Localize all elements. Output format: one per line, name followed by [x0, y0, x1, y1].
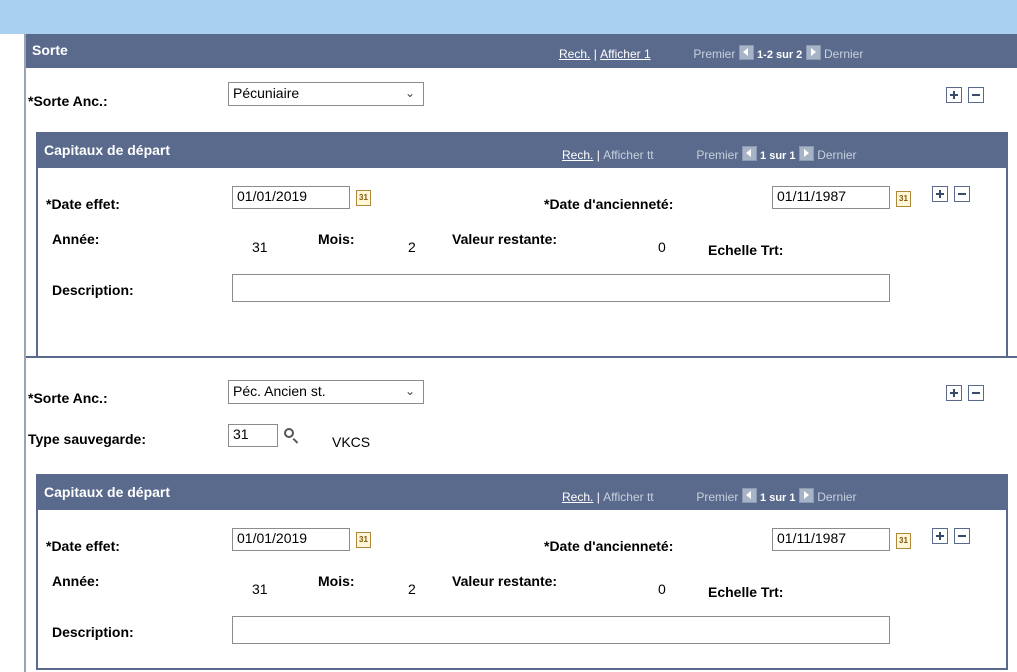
sorte-anc-value: Pécuniaire: [233, 85, 300, 101]
mois-label: Mois:: [318, 231, 355, 247]
afficher-tout-link[interactable]: Afficher tt: [603, 148, 653, 162]
delete-row-button[interactable]: [968, 385, 984, 401]
next-arrow-icon[interactable]: [798, 146, 814, 161]
capitaux-title: Capitaux de départ: [44, 142, 171, 158]
date-effet-field[interactable]: 01/01/2019: [232, 186, 350, 209]
capitaux-header: Capitaux de départ Rech. | Afficher tt P…: [38, 476, 1006, 510]
capitaux-grid: Capitaux de départ Rech. | Afficher tt P…: [36, 132, 1008, 358]
date-anciennete-label: *Date d'ancienneté:: [544, 196, 674, 212]
premier-label: Premier: [693, 47, 736, 61]
afficher-tout-link[interactable]: Afficher tt: [603, 490, 653, 504]
date-effet-field[interactable]: 01/01/2019: [232, 528, 350, 551]
date-anciennete-field[interactable]: 01/11/1987: [772, 186, 890, 209]
sorte-grid: Sorte Rech. | Afficher 1 Premier 1-2 sur…: [24, 34, 1017, 672]
chevron-down-icon: ⌄: [404, 86, 415, 100]
type-sauvegarde-label: Type sauvegarde:: [28, 431, 147, 447]
delete-row-button[interactable]: [968, 87, 984, 103]
date-anciennete-field[interactable]: 01/11/1987: [772, 528, 890, 551]
afficher-link[interactable]: Afficher 1: [600, 47, 650, 61]
row-count: 1 sur 1: [760, 492, 796, 504]
row-divider: [26, 356, 1017, 358]
sorte-anc-label: *Sorte Anc.:: [28, 93, 108, 109]
capitaux-header: Capitaux de départ Rech. | Afficher tt P…: [38, 134, 1006, 168]
rech-link[interactable]: Rech.: [562, 490, 593, 504]
add-row-button[interactable]: [946, 385, 962, 401]
sorte-anc-select[interactable]: Péc. Ancien st. ⌄: [228, 380, 424, 404]
calendar-icon[interactable]: 31: [896, 533, 911, 549]
sorte-header: Sorte Rech. | Afficher 1 Premier 1-2 sur…: [26, 34, 1017, 68]
description-label: Description:: [52, 624, 134, 640]
prev-arrow-icon[interactable]: [741, 488, 757, 503]
sorte-nav: Rech. | Afficher 1 Premier 1-2 sur 2 Der…: [559, 45, 863, 61]
sorte-anc-value: Péc. Ancien st.: [233, 383, 326, 399]
dernier-label: Dernier: [823, 47, 864, 61]
row-count: 1 sur 1: [760, 150, 796, 162]
delete-row-button[interactable]: [954, 186, 970, 202]
nav-separator: |: [593, 47, 597, 61]
delete-row-button[interactable]: [954, 528, 970, 544]
next-arrow-icon[interactable]: [805, 45, 821, 60]
capitaux-nav: Rech. | Afficher tt Premier 1 sur 1 Dern…: [562, 488, 857, 504]
date-anciennete-label: *Date d'ancienneté:: [544, 538, 674, 554]
annee-label: Année:: [52, 231, 100, 247]
sorte-anc-label: *Sorte Anc.:: [28, 390, 108, 406]
annee-value: 31: [252, 239, 268, 255]
capitaux-grid: Capitaux de départ Rech. | Afficher tt P…: [36, 474, 1008, 670]
valeur-restante-label: Valeur restante:: [452, 573, 558, 589]
echelle-trt-label: Echelle Trt:: [708, 584, 784, 600]
date-effet-label: *Date effet:: [46, 538, 120, 554]
sorte-title: Sorte: [32, 42, 68, 58]
next-arrow-icon[interactable]: [798, 488, 814, 503]
chevron-down-icon: ⌄: [404, 384, 415, 398]
add-row-button[interactable]: [932, 186, 948, 202]
capitaux-nav: Rech. | Afficher tt Premier 1 sur 1 Dern…: [562, 146, 857, 162]
calendar-icon[interactable]: 31: [356, 532, 371, 548]
capitaux-title: Capitaux de départ: [44, 484, 171, 500]
valeur-restante-value: 0: [658, 581, 666, 597]
premier-label: Premier: [696, 490, 739, 504]
prev-arrow-icon[interactable]: [738, 45, 754, 60]
calendar-icon[interactable]: 31: [356, 190, 371, 206]
echelle-trt-label: Echelle Trt:: [708, 242, 784, 258]
nav-separator: |: [596, 490, 600, 504]
sorte-anc-select[interactable]: Pécuniaire ⌄: [228, 82, 424, 106]
nav-separator: |: [596, 148, 600, 162]
dernier-label: Dernier: [817, 148, 857, 162]
search-icon[interactable]: [284, 428, 294, 438]
top-band: [0, 0, 1017, 34]
add-row-button[interactable]: [932, 528, 948, 544]
date-effet-label: *Date effet:: [46, 196, 120, 212]
annee-label: Année:: [52, 573, 100, 589]
add-row-button[interactable]: [946, 87, 962, 103]
mois-value: 2: [408, 581, 416, 597]
premier-label: Premier: [696, 148, 739, 162]
valeur-restante-label: Valeur restante:: [452, 231, 558, 247]
description-field[interactable]: [232, 274, 890, 302]
description-label: Description:: [52, 282, 134, 298]
rech-link[interactable]: Rech.: [559, 47, 590, 61]
row-count: 1-2 sur 2: [757, 49, 803, 61]
description-field[interactable]: [232, 616, 890, 644]
dernier-label: Dernier: [817, 490, 857, 504]
annee-value: 31: [252, 581, 268, 597]
calendar-icon[interactable]: 31: [896, 191, 911, 207]
rech-link[interactable]: Rech.: [562, 148, 593, 162]
mois-value: 2: [408, 239, 416, 255]
prev-arrow-icon[interactable]: [741, 146, 757, 161]
type-sauvegarde-field[interactable]: 31: [228, 424, 278, 447]
type-sauvegarde-desc: VKCS: [332, 434, 371, 450]
mois-label: Mois:: [318, 573, 355, 589]
valeur-restante-value: 0: [658, 239, 666, 255]
